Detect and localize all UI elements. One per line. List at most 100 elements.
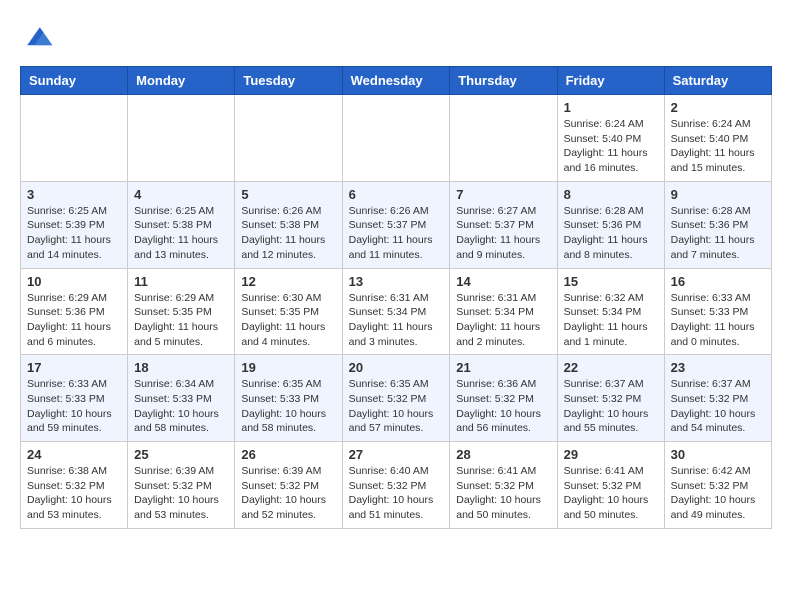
day-number: 15 [564,274,658,289]
calendar-cell: 28 Sunrise: 6:41 AM Sunset: 5:32 PM Dayli… [450,442,557,529]
day-info: Sunrise: 6:24 AM Sunset: 5:40 PM Dayligh… [671,117,765,176]
calendar-cell: 22Sunrise: 6:37 AM Sunset: 5:32 PM Dayli… [557,355,664,442]
day-header-monday: Monday [128,67,235,95]
day-header-sunday: Sunday [21,67,128,95]
calendar-cell: 30 Sunrise: 6:42 AM Sunset: 5:32 PM Dayli… [664,442,771,529]
calendar-cell: 16 Sunrise: 6:33 AM Sunset: 5:33 PM Dayli… [664,268,771,355]
calendar-cell: 20Sunrise: 6:35 AM Sunset: 5:32 PM Dayli… [342,355,450,442]
day-info: Sunrise: 6:35 AM Sunset: 5:33 PM Dayligh… [241,377,335,436]
logo [20,20,60,56]
day-number: 17 [27,360,121,375]
day-number: 21 [456,360,550,375]
calendar-week-row: 10Sunrise: 6:29 AM Sunset: 5:36 PM Dayli… [21,268,772,355]
day-number: 8 [564,187,658,202]
calendar-week-row: 17 Sunrise: 6:33 AM Sunset: 5:33 PM Dayli… [21,355,772,442]
day-info: Sunrise: 6:33 AM Sunset: 5:33 PM Dayligh… [671,291,765,350]
calendar-cell: 19 Sunrise: 6:35 AM Sunset: 5:33 PM Dayli… [235,355,342,442]
day-info: Sunrise: 6:39 AM Sunset: 5:32 PM Dayligh… [241,464,335,523]
day-number: 19 [241,360,335,375]
day-number: 14 [456,274,550,289]
calendar-cell: 17 Sunrise: 6:33 AM Sunset: 5:33 PM Dayli… [21,355,128,442]
calendar-cell: 6Sunrise: 6:26 AM Sunset: 5:37 PM Daylig… [342,181,450,268]
day-info: Sunrise: 6:28 AM Sunset: 5:36 PM Dayligh… [564,204,658,263]
calendar-cell: 5 Sunrise: 6:26 AM Sunset: 5:38 PM Daylig… [235,181,342,268]
day-info: Sunrise: 6:41 AM Sunset: 5:32 PM Dayligh… [456,464,550,523]
day-number: 29 [564,447,658,462]
day-number: 4 [134,187,228,202]
day-info: Sunrise: 6:24 AM Sunset: 5:40 PM Dayligh… [564,117,658,176]
day-number: 11 [134,274,228,289]
day-header-saturday: Saturday [664,67,771,95]
calendar-cell: 14 Sunrise: 6:31 AM Sunset: 5:34 PM Dayli… [450,268,557,355]
calendar-cell [128,95,235,182]
calendar-cell: 18 Sunrise: 6:34 AM Sunset: 5:33 PM Dayli… [128,355,235,442]
calendar-cell: 11 Sunrise: 6:29 AM Sunset: 5:35 PM Dayli… [128,268,235,355]
calendar-cell: 4 Sunrise: 6:25 AM Sunset: 5:38 PM Daylig… [128,181,235,268]
day-info: Sunrise: 6:36 AM Sunset: 5:32 PM Dayligh… [456,377,550,436]
day-info: Sunrise: 6:31 AM Sunset: 5:34 PM Dayligh… [349,291,444,350]
calendar-cell: 1 Sunrise: 6:24 AM Sunset: 5:40 PM Daylig… [557,95,664,182]
day-info: Sunrise: 6:26 AM Sunset: 5:37 PM Dayligh… [349,204,444,263]
day-number: 22 [564,360,658,375]
day-info: Sunrise: 6:42 AM Sunset: 5:32 PM Dayligh… [671,464,765,523]
day-number: 5 [241,187,335,202]
day-number: 2 [671,100,765,115]
calendar-cell: 23 Sunrise: 6:37 AM Sunset: 5:32 PM Dayli… [664,355,771,442]
day-number: 12 [241,274,335,289]
calendar-cell [21,95,128,182]
calendar-table: SundayMondayTuesdayWednesdayThursdayFrid… [20,66,772,529]
calendar-cell: 24Sunrise: 6:38 AM Sunset: 5:32 PM Dayli… [21,442,128,529]
page-header [20,20,772,56]
day-info: Sunrise: 6:40 AM Sunset: 5:32 PM Dayligh… [349,464,444,523]
day-number: 13 [349,274,444,289]
calendar-cell: 26 Sunrise: 6:39 AM Sunset: 5:32 PM Dayli… [235,442,342,529]
day-number: 16 [671,274,765,289]
day-info: Sunrise: 6:38 AM Sunset: 5:32 PM Dayligh… [27,464,121,523]
day-number: 23 [671,360,765,375]
calendar-cell: 25 Sunrise: 6:39 AM Sunset: 5:32 PM Dayli… [128,442,235,529]
calendar-cell: 8 Sunrise: 6:28 AM Sunset: 5:36 PM Daylig… [557,181,664,268]
calendar-cell: 7 Sunrise: 6:27 AM Sunset: 5:37 PM Daylig… [450,181,557,268]
calendar-cell: 9 Sunrise: 6:28 AM Sunset: 5:36 PM Daylig… [664,181,771,268]
calendar-week-row: 1 Sunrise: 6:24 AM Sunset: 5:40 PM Daylig… [21,95,772,182]
calendar-week-row: 24Sunrise: 6:38 AM Sunset: 5:32 PM Dayli… [21,442,772,529]
day-number: 25 [134,447,228,462]
calendar-cell: 13 Sunrise: 6:31 AM Sunset: 5:34 PM Dayli… [342,268,450,355]
calendar-cell: 12 Sunrise: 6:30 AM Sunset: 5:35 PM Dayli… [235,268,342,355]
day-header-friday: Friday [557,67,664,95]
day-number: 9 [671,187,765,202]
logo-icon [20,20,56,56]
calendar-cell: 29 Sunrise: 6:41 AM Sunset: 5:32 PM Dayli… [557,442,664,529]
calendar-cell: 15Sunrise: 6:32 AM Sunset: 5:34 PM Dayli… [557,268,664,355]
day-number: 18 [134,360,228,375]
day-info: Sunrise: 6:29 AM Sunset: 5:35 PM Dayligh… [134,291,228,350]
day-info: Sunrise: 6:30 AM Sunset: 5:35 PM Dayligh… [241,291,335,350]
day-header-wednesday: Wednesday [342,67,450,95]
day-header-thursday: Thursday [450,67,557,95]
calendar-header-row: SundayMondayTuesdayWednesdayThursdayFrid… [21,67,772,95]
day-info: Sunrise: 6:26 AM Sunset: 5:38 PM Dayligh… [241,204,335,263]
day-number: 28 [456,447,550,462]
day-info: Sunrise: 6:28 AM Sunset: 5:36 PM Dayligh… [671,204,765,263]
calendar-cell: 3 Sunrise: 6:25 AM Sunset: 5:39 PM Daylig… [21,181,128,268]
day-info: Sunrise: 6:25 AM Sunset: 5:39 PM Dayligh… [27,204,121,263]
calendar-week-row: 3 Sunrise: 6:25 AM Sunset: 5:39 PM Daylig… [21,181,772,268]
day-info: Sunrise: 6:27 AM Sunset: 5:37 PM Dayligh… [456,204,550,263]
day-number: 7 [456,187,550,202]
calendar-cell: 10Sunrise: 6:29 AM Sunset: 5:36 PM Dayli… [21,268,128,355]
day-info: Sunrise: 6:33 AM Sunset: 5:33 PM Dayligh… [27,377,121,436]
day-info: Sunrise: 6:41 AM Sunset: 5:32 PM Dayligh… [564,464,658,523]
day-number: 27 [349,447,444,462]
day-info: Sunrise: 6:29 AM Sunset: 5:36 PM Dayligh… [27,291,121,350]
day-number: 26 [241,447,335,462]
calendar-cell [450,95,557,182]
day-info: Sunrise: 6:31 AM Sunset: 5:34 PM Dayligh… [456,291,550,350]
day-number: 1 [564,100,658,115]
day-info: Sunrise: 6:34 AM Sunset: 5:33 PM Dayligh… [134,377,228,436]
day-number: 30 [671,447,765,462]
day-info: Sunrise: 6:39 AM Sunset: 5:32 PM Dayligh… [134,464,228,523]
day-number: 3 [27,187,121,202]
calendar-cell: 2 Sunrise: 6:24 AM Sunset: 5:40 PM Daylig… [664,95,771,182]
day-info: Sunrise: 6:25 AM Sunset: 5:38 PM Dayligh… [134,204,228,263]
day-info: Sunrise: 6:37 AM Sunset: 5:32 PM Dayligh… [671,377,765,436]
